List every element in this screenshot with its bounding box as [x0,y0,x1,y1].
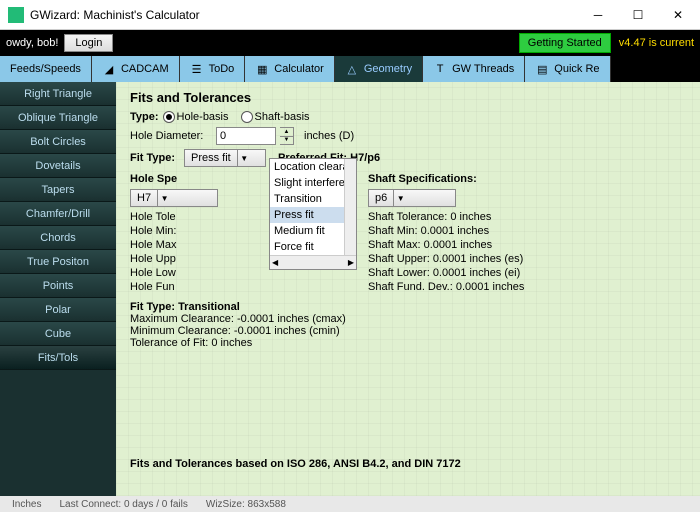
fit-type-combo[interactable]: Press fit▼ [184,149,266,167]
tab-gw-threads[interactable]: TGW Threads [423,56,525,82]
chevron-down-icon[interactable]: ▼ [393,190,407,206]
sidebar-item-oblique-triangle[interactable]: Oblique Triangle [0,106,116,130]
getting-started-button[interactable]: Getting Started [519,33,611,53]
sidebar-item-fits-tols[interactable]: Fits/Tols [0,346,116,370]
sidebar-item-chords[interactable]: Chords [0,226,116,250]
tab-feeds-speeds[interactable]: Feeds/Speeds [0,56,92,82]
chevron-down-icon[interactable]: ▼ [237,150,251,166]
greeting: owdy, bob! [6,37,58,49]
type-row: Type: Hole-basis Shaft-basis [130,111,686,123]
shaft-spec-line: Shaft Lower: 0.0001 inches (ei) [368,267,524,279]
login-button[interactable]: Login [64,34,113,52]
dropdown-hscroll[interactable]: ◀▶ [270,255,356,269]
hole-specs-header: Hole Spe [130,173,218,185]
sidebar-item-right-triangle[interactable]: Right Triangle [0,82,116,106]
chevron-down-icon[interactable]: ▼ [157,190,171,206]
type-label: Type: [130,111,159,123]
sidebar-item-chamfer-drill[interactable]: Chamfer/Drill [0,202,116,226]
title-bar: GWizard: Machinist's Calculator ─ ☐ ✕ [0,0,700,30]
status-bar: Inches Last Connect: 0 days / 0 fails Wi… [0,496,700,512]
radio-shaft-basis[interactable]: Shaft-basis [241,111,310,123]
window-controls: ─ ☐ ✕ [584,5,692,25]
hole-diameter-spinner[interactable]: ▲▼ [280,127,294,145]
hole-spec-line: Hole Max [130,239,218,251]
tab-bar: Feeds/Speeds ◢CADCAM ☰ToDo ▦Calculator △… [0,56,700,82]
sidebar-item-bolt-circles[interactable]: Bolt Circles [0,130,116,154]
status-connect: Last Connect: 0 days / 0 fails [59,499,187,510]
page-heading: Fits and Tolerances [130,90,686,105]
hole-spec-line: Hole Min: [130,225,218,237]
sidebar-item-tapers[interactable]: Tapers [0,178,116,202]
summary-line: Tolerance of Fit: 0 inches [130,337,686,349]
summary-fit-type: Fit Type: Transitional [130,301,686,313]
tab-quick-ref[interactable]: ▤Quick Re [525,56,610,82]
footer-note: Fits and Tolerances based on ISO 286, AN… [130,458,461,470]
shaft-spec-line: Shaft Max: 0.0001 inches [368,239,524,251]
status-units: Inches [12,499,41,510]
specs-area: Hole Spe H7▼ Hole Tole Hole Min: Hole Ma… [130,173,686,295]
radio-hole-basis[interactable]: Hole-basis [163,111,229,123]
tab-todo[interactable]: ☰ToDo [180,56,246,82]
hole-spec-line: Hole Low [130,267,218,279]
status-wizsize: WizSize: 863x588 [206,499,286,510]
summary-line: Maximum Clearance: -0.0001 inches (cmax) [130,313,686,325]
tab-calculator[interactable]: ▦Calculator [245,56,335,82]
shaft-spec-line: Shaft Fund. Dev.: 0.0001 inches [368,281,524,293]
hole-diameter-input[interactable] [216,127,276,145]
summary-line: Minimum Clearance: -0.0001 inches (cmin) [130,325,686,337]
tab-cadcam[interactable]: ◢CADCAM [92,56,180,82]
threads-icon: T [433,62,447,76]
hole-diameter-label: Hole Diameter: [130,130,212,142]
cadcam-icon: ◢ [102,62,116,76]
hole-combo[interactable]: H7▼ [130,189,218,207]
fit-type-dropdown[interactable]: Location clearance Slight interference T… [269,158,357,270]
window-title: GWizard: Machinist's Calculator [30,8,584,22]
calculator-icon: ▦ [255,62,269,76]
shaft-spec-line: Shaft Tolerance: 0 inches [368,211,524,223]
sidebar-item-cube[interactable]: Cube [0,322,116,346]
fit-type-row: Fit Type: Press fit▼ Preferred Fit: H7/p… [130,149,686,167]
sidebar-item-points[interactable]: Points [0,274,116,298]
tab-geometry[interactable]: △Geometry [335,56,423,82]
shaft-specs-header: Shaft Specifications: [368,173,524,185]
minimize-button[interactable]: ─ [584,5,612,25]
quickref-icon: ▤ [535,62,549,76]
sidebar-item-dovetails[interactable]: Dovetails [0,154,116,178]
main-area: Right Triangle Oblique Triangle Bolt Cir… [0,82,700,496]
content-panel: Fits and Tolerances Type: Hole-basis Sha… [116,82,700,496]
hole-spec-line: Hole Tole [130,211,218,223]
shaft-spec-line: Shaft Upper: 0.0001 inches (es) [368,253,524,265]
maximize-button[interactable]: ☐ [624,5,652,25]
shaft-spec-line: Shaft Min: 0.0001 inches [368,225,524,237]
geometry-icon: △ [345,62,359,76]
sidebar-item-polar[interactable]: Polar [0,298,116,322]
shaft-specs: Shaft Specifications: p6▼ Shaft Toleranc… [368,173,524,295]
hole-diameter-row: Hole Diameter: ▲▼ inches (D) [130,127,686,145]
sidebar: Right Triangle Oblique Triangle Bolt Cir… [0,82,116,496]
top-bar: owdy, bob! Login Getting Started v4.47 i… [0,30,700,56]
hole-spec-line: Hole Upp [130,253,218,265]
hole-specs: Hole Spe H7▼ Hole Tole Hole Min: Hole Ma… [130,173,218,295]
hole-spec-line: Hole Fun [130,281,218,293]
close-button[interactable]: ✕ [664,5,692,25]
todo-icon: ☰ [190,62,204,76]
hole-diameter-unit: inches (D) [304,130,354,142]
fit-type-label: Fit Type: [130,152,180,164]
shaft-combo[interactable]: p6▼ [368,189,456,207]
summary-block: Fit Type: Transitional Maximum Clearance… [130,301,686,349]
sidebar-item-true-position[interactable]: True Positon [0,250,116,274]
dropdown-vscroll[interactable] [344,159,356,255]
version-label: v4.47 is current [619,37,694,49]
app-icon [8,7,24,23]
